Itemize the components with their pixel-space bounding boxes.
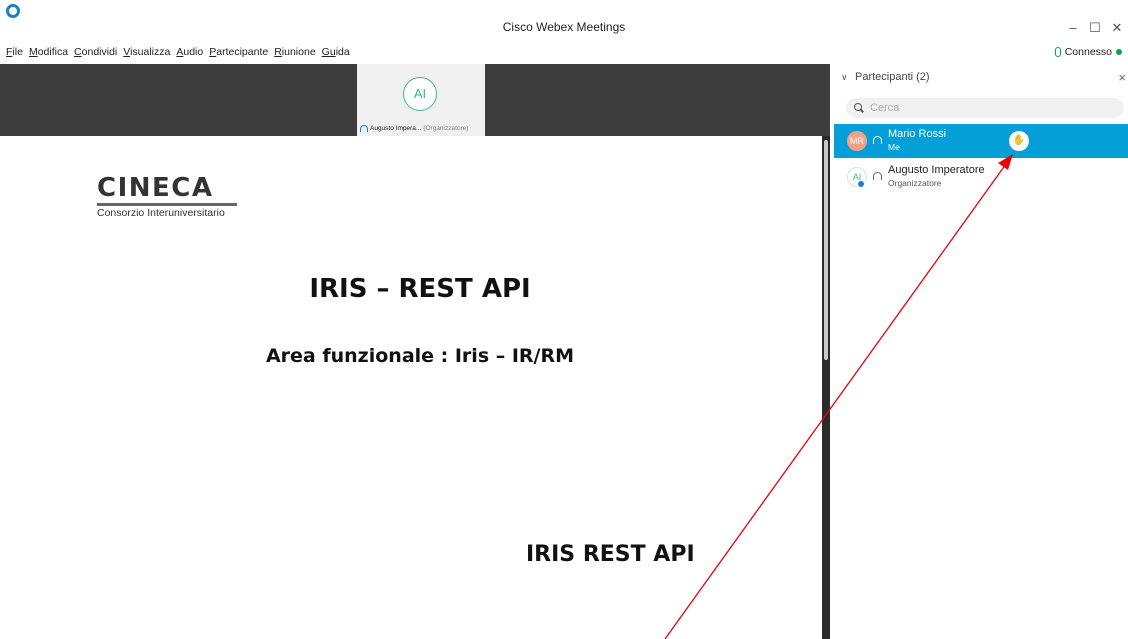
menu-file[interactable]: File xyxy=(6,42,23,62)
webex-logo-icon xyxy=(6,4,20,18)
cineca-logo: CINECA Consorzio Interuniversitario xyxy=(97,174,242,226)
headset-icon xyxy=(360,124,368,132)
slide-scrollbar[interactable] xyxy=(822,136,830,639)
thumbnail-role: (Organizzatore) xyxy=(423,124,469,132)
menu-guida[interactable]: Guida xyxy=(322,42,350,62)
participant-search[interactable] xyxy=(846,98,1124,118)
connection-status[interactable]: Connesso xyxy=(1054,42,1122,62)
menu-visualizza-label: isualizza xyxy=(130,46,171,58)
participant-row-mario-rossi[interactable]: MR Mario Rossi Me ✋ xyxy=(834,124,1128,158)
webex-meeting-window: Cisco Webex Meetings – ☐ ✕ File Modifica… xyxy=(0,0,1128,639)
shared-content-slide: CINECA Consorzio Interuniversitario IRIS… xyxy=(0,136,822,639)
thumbnail-name: Augusto Impera... xyxy=(370,124,422,132)
connected-indicator-icon xyxy=(1116,49,1122,55)
menu-modifica-mnemonic: M xyxy=(28,46,38,58)
minimize-button[interactable]: – xyxy=(1062,18,1084,38)
menu-modifica-label: odifica xyxy=(37,46,69,58)
participant-role: Me xyxy=(888,142,900,152)
menu-guida-label: ida xyxy=(335,46,350,58)
cineca-logo-rule xyxy=(97,203,237,206)
participant-name: Augusto Imperatore xyxy=(888,164,985,176)
menu-bar: File Modifica Condividi Visualizza Audio… xyxy=(0,42,356,62)
participants-header: ∨ Partecipanti (2) × xyxy=(834,64,1128,92)
menu-partecipante[interactable]: Partecipante xyxy=(209,42,268,62)
thumbnail-label: Augusto Impera... (Organizzatore) xyxy=(360,122,468,134)
menu-guida-mnemonic: Gu xyxy=(321,46,336,58)
host-status-icon xyxy=(857,180,865,188)
cineca-logo-subtitle: Consorzio Interuniversitario xyxy=(97,207,225,219)
menu-audio-label: udio xyxy=(183,46,204,58)
thumbnail-avatar: AI xyxy=(403,77,437,111)
title-bar: Cisco Webex Meetings – ☐ ✕ xyxy=(0,0,1128,40)
menu-riunione-mnemonic: R xyxy=(274,46,282,58)
search-icon xyxy=(854,103,864,113)
avatar: MR xyxy=(847,131,867,151)
participant-name: Mario Rossi xyxy=(888,128,947,140)
close-panel-button[interactable]: × xyxy=(1118,70,1126,85)
participants-panel: ∨ Partecipanti (2) × MR Mario Rossi Me ✋… xyxy=(834,64,1128,639)
menu-partecipante-label: artecipante xyxy=(216,46,269,58)
slide-footer-text: IRIS REST API xyxy=(526,542,695,567)
headset-icon xyxy=(873,136,882,144)
slide-title: IRIS – REST API xyxy=(309,274,531,304)
slide-subtitle: Area funzionale : Iris – IR/RM xyxy=(265,345,575,367)
microphone-icon xyxy=(1054,47,1061,57)
chevron-down-icon[interactable]: ∨ xyxy=(841,72,848,83)
window-controls: – ☐ ✕ xyxy=(1062,18,1128,38)
search-input[interactable] xyxy=(870,102,1110,114)
connection-status-label: Connesso xyxy=(1064,46,1112,58)
menu-condividi-label: ondividi xyxy=(81,46,118,58)
raise-hand-icon[interactable]: ✋ xyxy=(1009,131,1029,151)
menu-file-label: ile xyxy=(12,46,23,58)
slide-scrollbar-thumb[interactable] xyxy=(824,140,828,360)
cineca-logo-word: CINECA xyxy=(97,173,214,203)
maximize-button[interactable]: ☐ xyxy=(1084,18,1106,38)
menu-visualizza[interactable]: Visualizza xyxy=(123,42,170,62)
participant-row-augusto-imperatore[interactable]: AI Augusto Imperatore Organizzatore xyxy=(834,160,1128,194)
participants-title: Partecipanti (2) xyxy=(855,71,930,83)
menu-riunione[interactable]: Riunione xyxy=(274,42,315,62)
menu-condividi-mnemonic: C xyxy=(74,46,82,58)
close-window-button[interactable]: ✕ xyxy=(1106,18,1128,38)
menu-modifica[interactable]: Modifica xyxy=(29,42,68,62)
menu-audio[interactable]: Audio xyxy=(176,42,203,62)
menu-riunione-label: iunione xyxy=(281,46,316,58)
menu-condividi[interactable]: Condividi xyxy=(74,42,117,62)
participant-role: Organizzatore xyxy=(888,178,942,188)
window-title: Cisco Webex Meetings xyxy=(502,20,626,34)
headset-icon xyxy=(873,172,882,180)
participant-video-thumbnail[interactable]: AI Augusto Impera... (Organizzatore) xyxy=(357,64,485,136)
